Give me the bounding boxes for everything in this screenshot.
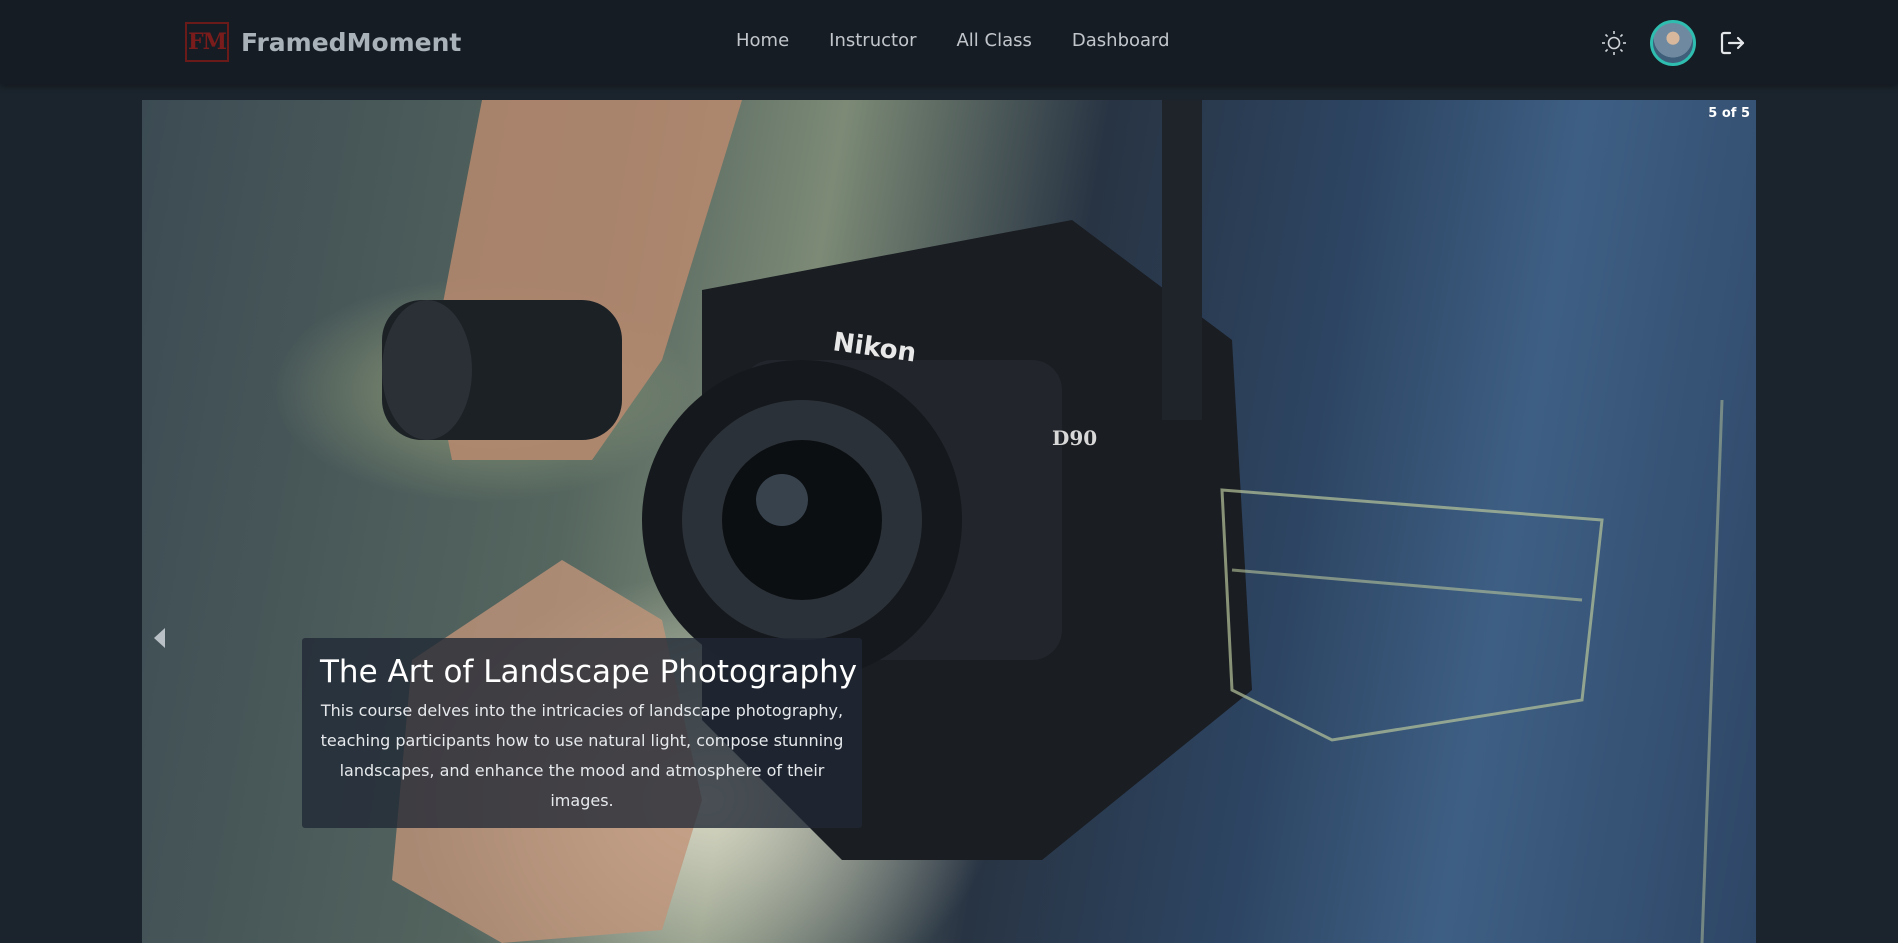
carousel-prev-arrow[interactable] [154, 628, 165, 648]
nav-link-dashboard[interactable]: Dashboard [1072, 30, 1170, 51]
brand[interactable]: FM FramedMoment [185, 22, 461, 62]
brand-logo: FM [185, 22, 229, 62]
user-avatar[interactable] [1650, 20, 1696, 66]
slide-title: The Art of Landscape Photography [320, 654, 858, 690]
logout-icon[interactable] [1716, 27, 1748, 59]
svg-text:D90: D90 [1052, 426, 1097, 450]
hero-carousel: Nikon D90 5 of 5 The Art of Landscape Ph… [142, 100, 1756, 943]
slide-caption: The Art of Landscape Photography This co… [302, 638, 862, 828]
sun-icon[interactable] [1598, 27, 1630, 59]
main-nav: Home Instructor All Class Dashboard [736, 30, 1170, 51]
brand-name: FramedMoment [241, 27, 462, 57]
slide-counter: 5 of 5 [1708, 106, 1750, 121]
navbar: FM FramedMoment Home Instructor All Clas… [0, 0, 1898, 84]
slide-description: This course delves into the intricacies … [320, 701, 844, 810]
nav-link-all-class[interactable]: All Class [956, 30, 1031, 51]
nav-link-instructor[interactable]: Instructor [829, 30, 916, 51]
nav-link-home[interactable]: Home [736, 30, 789, 51]
header-actions [1598, 20, 1748, 66]
